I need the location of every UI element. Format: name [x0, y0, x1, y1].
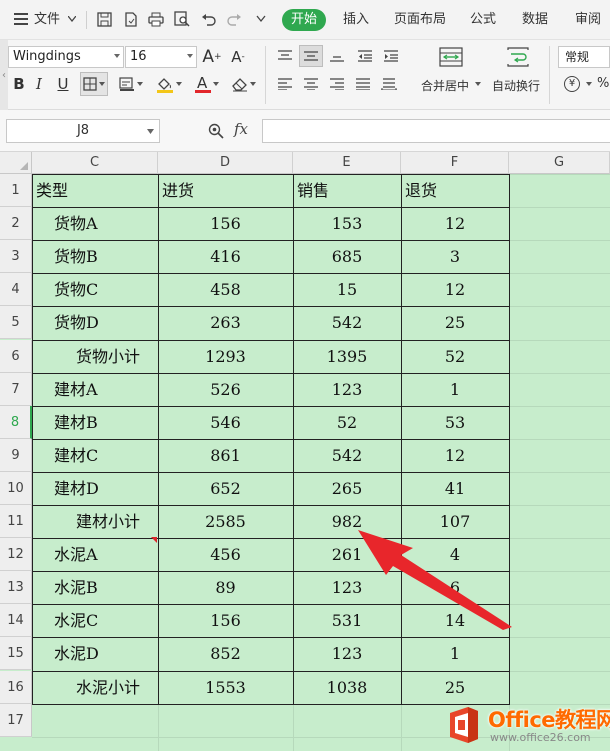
office26-watermark: Office教程网 www.office26.com: [444, 703, 610, 749]
watermark-url: www.office26.com: [490, 731, 591, 744]
red-arrow-annotation: [358, 530, 512, 630]
arrow-shape: [358, 530, 512, 630]
office-logo-icon: [450, 707, 478, 743]
watermark-brand: Office教程网: [488, 708, 610, 732]
